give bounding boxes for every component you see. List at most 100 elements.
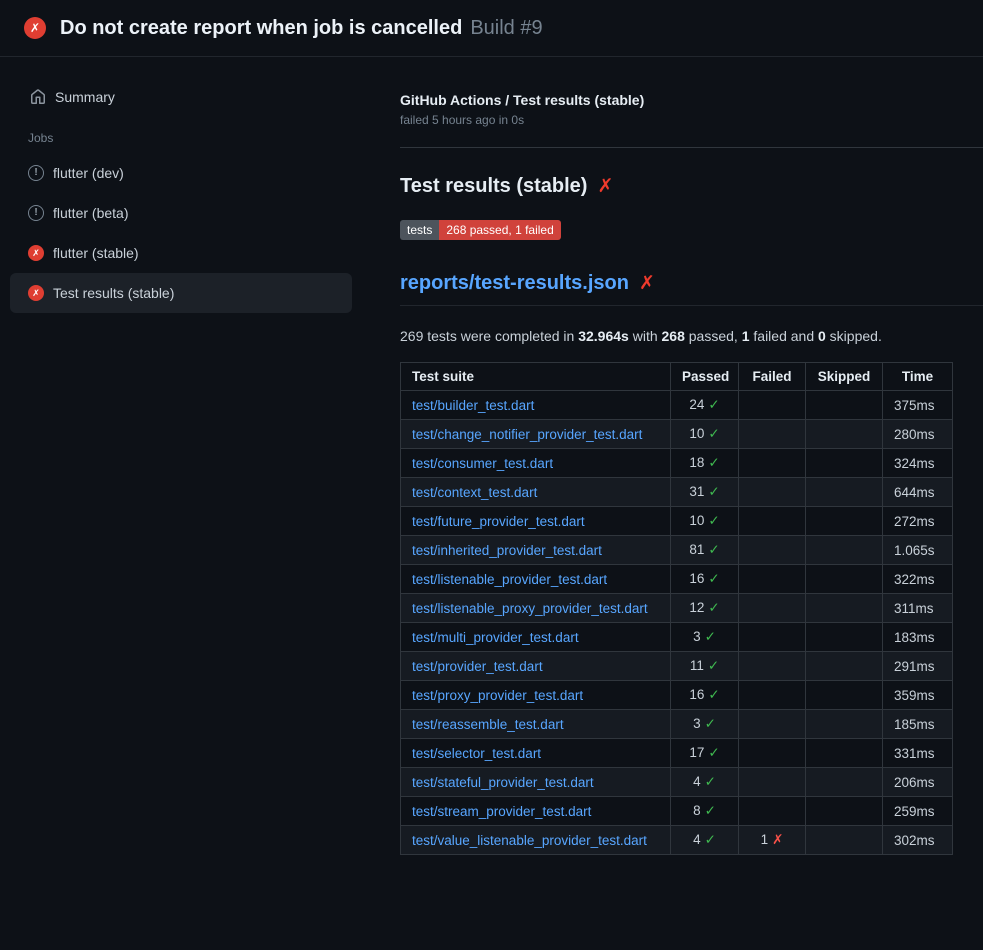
badge-value: 268 passed, 1 failed: [439, 220, 560, 240]
passed-cell: 24✓: [671, 391, 739, 420]
check-icon: ✓: [705, 803, 716, 818]
test-suite-link[interactable]: test/multi_provider_test.dart: [412, 630, 579, 645]
results-table-body: test/builder_test.dart24✓375mstest/chang…: [401, 391, 953, 855]
passed-count: 4: [693, 774, 701, 789]
test-suite-link[interactable]: test/listenable_provider_test.dart: [412, 572, 607, 587]
divider: [400, 147, 983, 148]
time-cell: 302ms: [883, 826, 953, 855]
test-suite-row: test/future_provider_test.dart10✓272ms: [401, 507, 953, 536]
passed-cell: 3✓: [671, 710, 739, 739]
passed-count: 31: [689, 484, 704, 499]
job-label: Test results (stable): [53, 285, 174, 301]
skipped-cell: [806, 826, 883, 855]
test-suite-row: test/reassemble_test.dart3✓185ms: [401, 710, 953, 739]
time-cell: 291ms: [883, 652, 953, 681]
failed-cell: [739, 391, 806, 420]
column-header: Time: [883, 363, 953, 391]
skipped-cell: [806, 391, 883, 420]
sidebar-item-summary[interactable]: Summary: [0, 79, 400, 115]
test-suite-link[interactable]: test/consumer_test.dart: [412, 456, 553, 471]
test-suite-link[interactable]: test/builder_test.dart: [412, 398, 534, 413]
test-suite-row: test/listenable_proxy_provider_test.dart…: [401, 594, 953, 623]
passed-count: 3: [693, 629, 701, 644]
test-suite-row: test/context_test.dart31✓644ms: [401, 478, 953, 507]
test-suite-link[interactable]: test/context_test.dart: [412, 485, 537, 500]
passed-cell: 11✓: [671, 652, 739, 681]
failed-status-icon: ✗: [24, 17, 46, 39]
test-suite-link[interactable]: test/value_listenable_provider_test.dart: [412, 833, 647, 848]
failed-cell: [739, 478, 806, 507]
skipped-cell: [806, 478, 883, 507]
summary-part: passed,: [685, 328, 742, 344]
suite-cell: test/change_notifier_provider_test.dart: [401, 420, 671, 449]
passed-cell: 10✓: [671, 507, 739, 536]
test-suite-row: test/selector_test.dart17✓331ms: [401, 739, 953, 768]
breadcrumb: GitHub Actions / Test results (stable): [400, 92, 983, 108]
passed-count: 4: [693, 832, 701, 847]
failed-cell: [739, 565, 806, 594]
passed-cell: 31✓: [671, 478, 739, 507]
check-icon: ✓: [708, 426, 719, 441]
run-status-line: failed 5 hours ago in 0s: [400, 113, 983, 127]
summary-part: skipped.: [826, 328, 882, 344]
skipped-cell: [806, 565, 883, 594]
test-suite-link[interactable]: test/reassemble_test.dart: [412, 717, 564, 732]
test-suite-link[interactable]: test/proxy_provider_test.dart: [412, 688, 583, 703]
column-header: Test suite: [401, 363, 671, 391]
skipped-cell: [806, 768, 883, 797]
time-cell: 185ms: [883, 710, 953, 739]
failed-cell: [739, 681, 806, 710]
failed-cell: [739, 594, 806, 623]
sidebar-job-item[interactable]: ✗Test results (stable): [10, 273, 352, 313]
jobs-list: !flutter (dev)!flutter (beta)✗flutter (s…: [0, 153, 400, 313]
check-title: Do not create report when job is cancell…: [60, 17, 462, 40]
test-suite-link[interactable]: test/future_provider_test.dart: [412, 514, 585, 529]
check-icon: ✓: [708, 397, 719, 412]
summary-part: 32.964s: [578, 328, 629, 344]
passed-count: 3: [693, 716, 701, 731]
main-content: GitHub Actions / Test results (stable) f…: [400, 57, 983, 855]
neutral-icon: !: [28, 165, 44, 181]
sidebar-job-item[interactable]: ✗flutter (stable): [10, 233, 352, 273]
sidebar-job-item[interactable]: !flutter (dev): [10, 153, 352, 193]
passed-count: 10: [689, 426, 704, 441]
sidebar-job-item[interactable]: !flutter (beta): [10, 193, 352, 233]
test-suite-link[interactable]: test/listenable_proxy_provider_test.dart: [412, 601, 648, 616]
failed-cell: [739, 797, 806, 826]
test-suite-link[interactable]: test/inherited_provider_test.dart: [412, 543, 602, 558]
time-cell: 324ms: [883, 449, 953, 478]
suite-cell: test/value_listenable_provider_test.dart: [401, 826, 671, 855]
check-icon: ✓: [705, 832, 716, 847]
test-suite-link[interactable]: test/change_notifier_provider_test.dart: [412, 427, 642, 442]
failed-cell: 1✗: [739, 826, 806, 855]
test-suite-row: test/multi_provider_test.dart3✓183ms: [401, 623, 953, 652]
check-icon: ✓: [708, 571, 719, 586]
column-header: Passed: [671, 363, 739, 391]
header: ✗ Do not create report when job is cance…: [0, 0, 983, 57]
test-suite-row: test/consumer_test.dart18✓324ms: [401, 449, 953, 478]
test-suite-link[interactable]: test/stream_provider_test.dart: [412, 804, 591, 819]
failed-cell: [739, 507, 806, 536]
skipped-cell: [806, 594, 883, 623]
failed-cell: [739, 739, 806, 768]
summary-part: 1: [742, 328, 750, 344]
test-suite-row: test/listenable_provider_test.dart16✓322…: [401, 565, 953, 594]
check-icon: ✓: [708, 687, 719, 702]
failed-cell: [739, 768, 806, 797]
failed-cell: [739, 623, 806, 652]
test-suite-link[interactable]: test/selector_test.dart: [412, 746, 541, 761]
failed-cross-icon: ✗: [597, 177, 613, 196]
report-file-link[interactable]: reports/test-results.json: [400, 272, 629, 295]
summary-part: 269 tests were completed in: [400, 328, 578, 344]
suite-cell: test/listenable_proxy_provider_test.dart: [401, 594, 671, 623]
suite-cell: test/builder_test.dart: [401, 391, 671, 420]
time-cell: 183ms: [883, 623, 953, 652]
suite-cell: test/selector_test.dart: [401, 739, 671, 768]
skipped-cell: [806, 623, 883, 652]
test-suite-link[interactable]: test/stateful_provider_test.dart: [412, 775, 594, 790]
check-icon: ✓: [705, 774, 716, 789]
check-icon: ✓: [708, 745, 719, 760]
check-icon: ✓: [705, 716, 716, 731]
time-cell: 359ms: [883, 681, 953, 710]
test-suite-link[interactable]: test/provider_test.dart: [412, 659, 543, 674]
